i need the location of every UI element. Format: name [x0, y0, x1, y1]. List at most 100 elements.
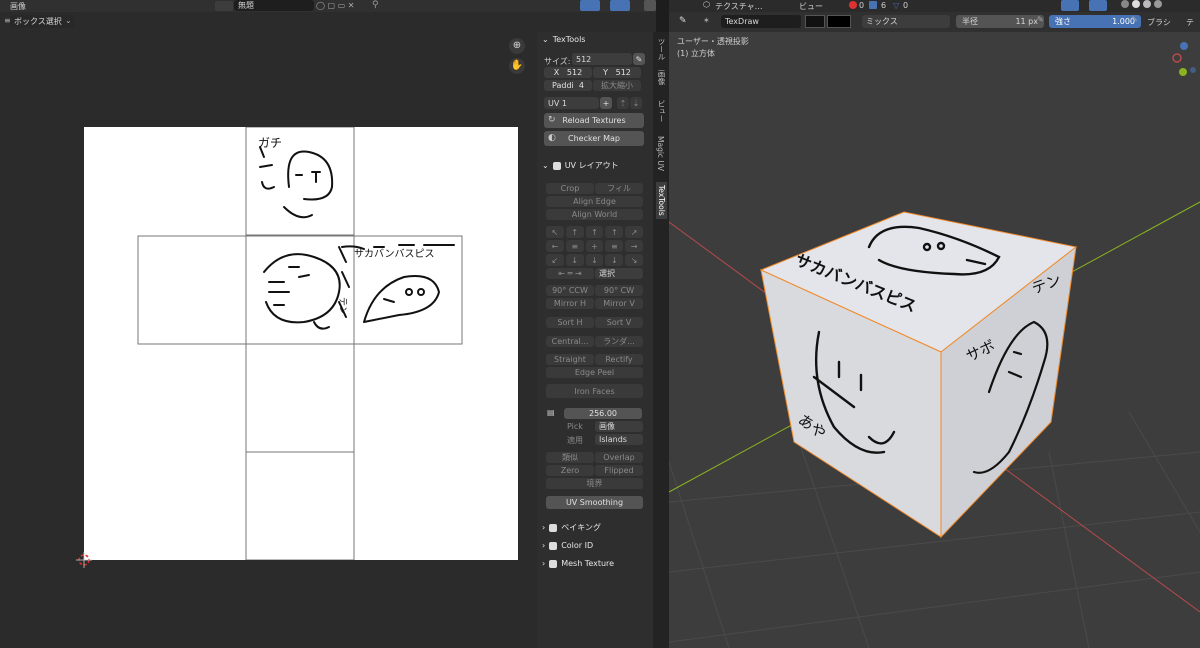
align-world-button[interactable]: Align World [546, 209, 643, 220]
apply-dropdown[interactable]: Islands [595, 434, 643, 445]
color-primary-swatch[interactable] [805, 15, 825, 28]
align-edge-button[interactable]: Align Edge [546, 196, 643, 207]
strength-field[interactable]: 強さ 1.000 [1049, 15, 1141, 28]
edge-peel-button[interactable]: Edge Peel [546, 367, 643, 378]
pan-hand-icon[interactable]: ✋ [509, 58, 525, 74]
cursor-2d-icon[interactable] [76, 552, 92, 568]
move-up-icon[interactable]: ⇡ [617, 97, 629, 109]
baking-panel-header[interactable]: › ベイキング [542, 522, 601, 533]
align-top-right-icon[interactable]: ↑ [605, 226, 624, 238]
tab-image[interactable]: 画像 [656, 70, 667, 85]
align-top-left-icon[interactable]: ↖ [546, 226, 564, 238]
apply-label[interactable]: 適用 [567, 435, 583, 446]
mesh-texture-panel-header[interactable]: › Mesh Texture [542, 559, 614, 568]
zoom-icon[interactable]: ⊕ [509, 38, 525, 54]
central-button[interactable]: Central... [546, 336, 594, 347]
align-mode-dropdown[interactable]: 選択 [595, 268, 643, 279]
color-id-panel-header[interactable]: › Color ID [542, 541, 593, 550]
checker-map-button[interactable]: Checker Map [544, 131, 644, 146]
pin-icon[interactable]: ⚲ [372, 0, 379, 10]
navigation-gizmo[interactable] [1169, 42, 1200, 82]
pick-label[interactable]: Pick [567, 422, 583, 431]
align-left-icon[interactable]: ← [546, 240, 564, 252]
shading-wire-icon[interactable] [1121, 0, 1129, 8]
overlay-icon[interactable] [610, 0, 630, 11]
brush-menu[interactable]: ブラシ [1147, 17, 1171, 28]
x-size-field[interactable]: X 512 [544, 67, 592, 78]
uv-editor-canvas[interactable]: ⊕ ✋ サカバンバスピス ガチ テン [0, 32, 537, 648]
zero-button[interactable]: Zero [546, 465, 594, 476]
image-name-field[interactable]: 無題 [234, 0, 314, 11]
shading-solid-icon[interactable] [1132, 0, 1140, 8]
radius-field[interactable]: 半径 11 px [956, 15, 1044, 28]
move-down-icon[interactable]: ⇣ [630, 97, 642, 109]
tab-magic-uv[interactable]: Magic UV [656, 136, 665, 171]
align-bottom-icon[interactable]: ↓ [565, 254, 584, 266]
texel-density-field[interactable]: 256.00 [564, 408, 642, 419]
padding-field[interactable]: Paddi 4 [544, 80, 592, 91]
random-button[interactable]: ランダ... [595, 336, 643, 347]
overlay-toggle-icon[interactable] [1089, 0, 1107, 11]
uv-map-dropdown[interactable]: UV 1 [544, 97, 599, 109]
cube-object[interactable]: サカバンバスピス あや サボ テン [759, 211, 1078, 539]
uv-layout-header[interactable]: ⌄ UV レイアウト [542, 160, 619, 171]
reload-textures-button[interactable]: Reload Textures [544, 113, 644, 128]
similar-button[interactable]: 類似 [546, 452, 594, 463]
align-top-icon[interactable]: ↑ [565, 226, 584, 238]
align-right-icon[interactable]: → [625, 240, 643, 252]
eyedropper-icon[interactable]: ✎ [633, 53, 645, 65]
align-bottom-right-corner-icon[interactable]: ↘ [625, 254, 643, 266]
sort-v-button[interactable]: Sort V [595, 317, 643, 328]
tab-textools[interactable]: TexTools [656, 182, 667, 219]
display-icon[interactable] [644, 0, 656, 11]
rotate-cw-button[interactable]: 90° CW [595, 285, 643, 296]
align-distribute-icon[interactable]: ⇤ ═ ⇥ [546, 268, 594, 279]
view-menu[interactable]: ビュー [799, 1, 823, 12]
overlay-blue-icon[interactable] [869, 1, 877, 9]
align-bottom-center-icon[interactable]: ↓ [585, 254, 604, 266]
zoom-button[interactable]: 拡大縮小 [593, 80, 641, 91]
color-secondary-swatch[interactable] [827, 15, 851, 28]
mode-dropdown[interactable]: テクスチャ… [715, 1, 763, 12]
rectify-button[interactable]: Rectify [595, 354, 643, 365]
shading-material-icon[interactable] [1143, 0, 1151, 8]
align-center-h-icon[interactable]: ≡ [565, 240, 584, 252]
straight-button[interactable]: Straight [546, 354, 594, 365]
align-bottom-left-icon[interactable]: ↙ [546, 254, 564, 266]
crop-button[interactable]: Crop [546, 183, 594, 194]
tab-view[interactable]: ビュー [656, 100, 667, 123]
texture-menu[interactable]: テ [1186, 17, 1194, 28]
uv-sync-icon[interactable] [580, 0, 600, 11]
pressure-strength-icon[interactable]: ✎ [1131, 15, 1138, 24]
mirror-h-button[interactable]: Mirror H [546, 298, 594, 309]
size-dropdown[interactable]: 512 [572, 53, 632, 65]
iron-faces-button[interactable]: Iron Faces [546, 384, 643, 398]
textools-header[interactable]: ⌄ TexTools [542, 35, 585, 44]
overlay-red-icon[interactable] [849, 1, 857, 9]
align-bottom-right-icon[interactable]: ↓ [605, 254, 624, 266]
uv-smoothing-button[interactable]: UV Smoothing [546, 496, 643, 509]
fill-button[interactable]: フィル [595, 183, 643, 194]
mirror-v-button[interactable]: Mirror V [595, 298, 643, 309]
tab-tool[interactable]: ツール [656, 38, 667, 61]
pressure-icon[interactable]: ✎ [1037, 15, 1046, 28]
align-top-right-corner-icon[interactable]: ↗ [625, 226, 643, 238]
gizmo-toggle-icon[interactable] [1061, 0, 1079, 11]
image-menu[interactable]: 画像 [10, 1, 26, 12]
pick-dropdown[interactable]: 画像 [595, 421, 643, 432]
image-browse-icon[interactable] [215, 1, 233, 11]
boundary-button[interactable]: 境界 [546, 478, 643, 489]
rotate-ccw-button[interactable]: 90° CCW [546, 285, 594, 296]
overlay-tri-icon[interactable]: ▽ [893, 1, 899, 10]
align-center-icon[interactable]: + [585, 240, 604, 252]
sort-h-button[interactable]: Sort H [546, 317, 594, 328]
shading-rendered-icon[interactable] [1154, 0, 1162, 8]
brush-settings-icon[interactable]: ✶ [703, 16, 710, 25]
overlap-button[interactable]: Overlap [595, 452, 643, 463]
brush-name-field[interactable]: TexDraw [721, 15, 801, 28]
flipped-button[interactable]: Flipped [595, 465, 643, 476]
y-size-field[interactable]: Y 512 [593, 67, 641, 78]
viewport-3d[interactable]: ユーザー・透視投影 (1) 立方体 サカバンバスピス あや サボ テン [669, 32, 1200, 648]
align-center-v-icon[interactable]: ≡ [605, 240, 624, 252]
uv-image[interactable]: サカバンバスピス ガチ テン [84, 127, 518, 560]
